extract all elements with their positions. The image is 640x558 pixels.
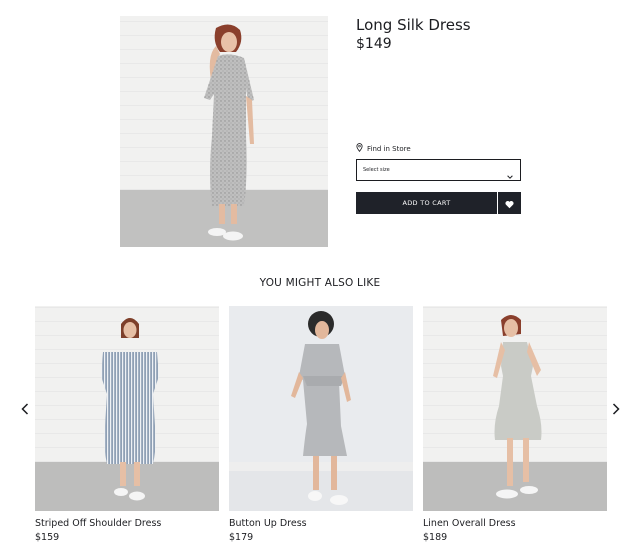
find-in-store-label: Find in Store — [367, 144, 411, 153]
product-title: Long Silk Dress — [356, 16, 471, 34]
product-card-name[interactable]: Striped Off Shoulder Dress — [35, 518, 219, 529]
recommendations-heading: YOU MIGHT ALSO LIKE — [259, 277, 381, 289]
add-to-cart-button[interactable]: ADD TO CART — [356, 192, 497, 214]
product-card-price: $179 — [229, 532, 254, 543]
chevron-left-icon — [21, 400, 29, 419]
heart-icon — [505, 194, 514, 213]
carousel-next-button[interactable] — [610, 402, 622, 416]
chevron-right-icon — [612, 400, 620, 419]
size-select[interactable]: Select size — [356, 159, 521, 181]
product-card-price: $189 — [423, 532, 448, 543]
find-in-store-link[interactable]: Find in Store — [356, 143, 411, 154]
product-card-name[interactable]: Linen Overall Dress — [423, 518, 607, 529]
product-price: $149 — [356, 36, 392, 52]
carousel-prev-button[interactable] — [19, 402, 31, 416]
product-card[interactable]: Striped Off Shoulder Dress $159 — [35, 306, 219, 543]
product-card-image[interactable] — [229, 306, 413, 511]
map-pin-icon — [356, 143, 363, 154]
product-card-image[interactable] — [35, 306, 219, 511]
product-card[interactable]: Button Up Dress $179 — [229, 306, 413, 543]
product-card-price: $159 — [35, 532, 60, 543]
add-to-cart-label: ADD TO CART — [402, 199, 451, 207]
product-card-name[interactable]: Button Up Dress — [229, 518, 413, 529]
product-main-image — [120, 16, 328, 247]
chevron-down-icon — [506, 166, 514, 179]
wishlist-button[interactable] — [498, 192, 521, 214]
product-card[interactable]: Linen Overall Dress $189 — [423, 306, 607, 543]
size-select-placeholder: Select size — [363, 167, 390, 173]
product-card-image[interactable] — [423, 306, 607, 511]
